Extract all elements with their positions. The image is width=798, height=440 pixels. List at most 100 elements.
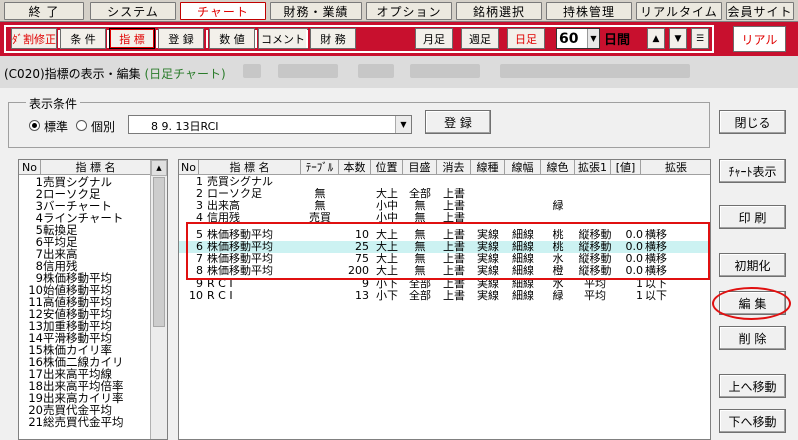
table-header-3[interactable]: 本数: [339, 160, 371, 175]
obscured-area: [243, 64, 261, 78]
table-header-6[interactable]: 消去: [437, 160, 471, 175]
radio-standard[interactable]: [29, 120, 40, 131]
realtime-button[interactable]: リアル: [733, 26, 786, 52]
table-header-1[interactable]: 指 標 名: [199, 160, 301, 175]
menu-item-3[interactable]: 財務・業績: [270, 2, 362, 20]
move-up-button[interactable]: 上へ移動: [719, 374, 786, 398]
cell-pos: 小中: [376, 200, 398, 212]
close-button[interactable]: 閉じる: [719, 110, 786, 134]
period-button-1[interactable]: 週足: [461, 28, 499, 49]
toolbar-button-5[interactable]: コメント: [258, 28, 308, 49]
table-header-10[interactable]: 拡張1: [575, 160, 611, 175]
cell-ltype: [471, 200, 505, 212]
list-item-no: 21: [28, 415, 43, 429]
window-title-sub: (日足チャート): [144, 67, 226, 81]
chart-display-button[interactable]: ﾁｬｰﾄ表示: [719, 159, 786, 183]
toolbar-button-1[interactable]: 条 件: [60, 28, 106, 49]
window-title: (C020)指標の表示・編集 (日足チャート): [4, 65, 226, 82]
list-item-name: 総売買代金平均: [43, 415, 124, 429]
cell-no: 10: [189, 290, 203, 302]
window-title-strip: (C020)指標の表示・編集 (日足チャート): [0, 56, 798, 88]
delete-button[interactable]: 削 除: [719, 326, 786, 350]
toolbar-separator: [156, 30, 158, 48]
table-row[interactable]: 10 R C I 13 小下 全部 上書 実線 細線 緑 平均 1 以下: [179, 290, 710, 302]
cell-val: [615, 200, 643, 212]
cell-pos: 小下: [376, 290, 398, 302]
toolbar-separator: [206, 30, 208, 48]
menu-item-2[interactable]: チャート: [180, 2, 266, 20]
cell-table: [301, 290, 339, 302]
move-down-button[interactable]: 下へ移動: [719, 409, 786, 433]
condition-select-value: 8 9. 13日RCI: [151, 120, 219, 133]
period-count-value: 60: [559, 30, 579, 47]
menu-item-1[interactable]: システム: [90, 2, 176, 20]
period-unit-label: 日間: [604, 33, 631, 48]
chevron-down-icon[interactable]: ▼: [395, 116, 411, 133]
cell-table: 無: [314, 188, 326, 200]
cell-ext1: 平均: [584, 290, 606, 302]
table-header-8[interactable]: 線幅: [505, 160, 541, 175]
cell-ext1: [575, 188, 615, 200]
cell-ext2: [645, 200, 685, 212]
scroll-up-icon[interactable]: ▲: [151, 160, 167, 176]
table-row[interactable]: 3 出来高 無 小中 無 上書 緑: [179, 200, 710, 212]
cell-pos: 大上: [376, 188, 398, 200]
toolbar-button-0[interactable]: ﾀﾞ割修正: [11, 28, 57, 49]
cell-ext2: [645, 176, 685, 188]
table-header-11[interactable]: [値]: [611, 160, 641, 175]
menu-item-4[interactable]: オプション: [366, 2, 452, 20]
cell-ext1: [575, 176, 615, 188]
toolbar-separator: [58, 30, 60, 48]
cell-erase: 上書: [443, 188, 465, 200]
condition-select[interactable]: 8 9. 13日RCI ▼: [128, 115, 412, 134]
indicator-master-list[interactable]: No 指 標 名 1売買シグナル 2ローソク足 3バーチャート 4ラインチャート 5転換…: [18, 159, 168, 440]
menu-item-8[interactable]: 会員サイト: [726, 2, 794, 20]
window-title-main: (C020)指標の表示・編集: [4, 67, 141, 81]
cell-ltype: [471, 188, 505, 200]
cell-val: [615, 176, 643, 188]
cell-scale: 全部: [409, 290, 431, 302]
table-header-2[interactable]: ﾃｰﾌﾞﾙ: [301, 160, 339, 175]
table-header-0[interactable]: No: [179, 160, 199, 175]
period-count-spinner[interactable]: 60 ▼: [556, 28, 600, 49]
period-button-2[interactable]: 日足: [507, 28, 545, 49]
cell-name: ローソク足: [207, 188, 262, 200]
table-header-5[interactable]: 目盛: [403, 160, 437, 175]
cell-lcolor: 緑: [552, 290, 564, 302]
radio-individual[interactable]: [76, 120, 87, 131]
arrow-up-icon[interactable]: ▲: [647, 28, 665, 49]
menu-item-6[interactable]: 持株管理: [546, 2, 632, 20]
arrow-down-icon[interactable]: ▼: [669, 28, 687, 49]
menu-item-5[interactable]: 銘柄選択: [456, 2, 542, 20]
toolbar-button-6[interactable]: 財 務: [310, 28, 356, 49]
table-row[interactable]: 2 ローソク足 無 大上 全部 上書: [179, 188, 710, 200]
cell-erase: 上書: [443, 290, 465, 302]
cell-val: 1: [636, 290, 643, 302]
table-header-9[interactable]: 線色: [541, 160, 575, 175]
toolbar-button-3[interactable]: 登 録: [158, 28, 204, 49]
menu-item-7[interactable]: リアルタイム: [636, 2, 722, 20]
table-header-7[interactable]: 線種: [471, 160, 505, 175]
cell-count: [339, 188, 369, 200]
menu-item-0[interactable]: 終 了: [4, 2, 84, 20]
scrollbar-thumb[interactable]: [153, 177, 165, 327]
chevron-down-icon[interactable]: ▼: [587, 29, 599, 48]
print-button[interactable]: 印 刷: [719, 205, 786, 229]
cell-name: 売買シグナル: [207, 176, 273, 188]
initialize-button[interactable]: 初期化: [719, 253, 786, 277]
toolbar-button-4[interactable]: 数 値: [209, 28, 255, 49]
table-row[interactable]: 1 売買シグナル: [179, 176, 710, 188]
menu-icon[interactable]: ☰: [691, 28, 709, 49]
period-button-0[interactable]: 月足: [415, 28, 453, 49]
register-condition-button[interactable]: 登 録: [425, 110, 491, 134]
list-scrollbar[interactable]: ▲: [150, 160, 167, 439]
list-item[interactable]: 21総売買代金平均: [21, 415, 124, 429]
toolbar-separator: [306, 30, 308, 48]
cell-lwidth: [505, 188, 541, 200]
radio-standard-label: 標準: [44, 120, 69, 134]
cell-scale: 全部: [409, 188, 431, 200]
toolbar-button-2[interactable]: 指 標: [109, 28, 155, 49]
cell-lcolor: [541, 188, 575, 200]
table-header-4[interactable]: 位置: [371, 160, 403, 175]
table-header-12[interactable]: 拡張: [641, 160, 710, 175]
